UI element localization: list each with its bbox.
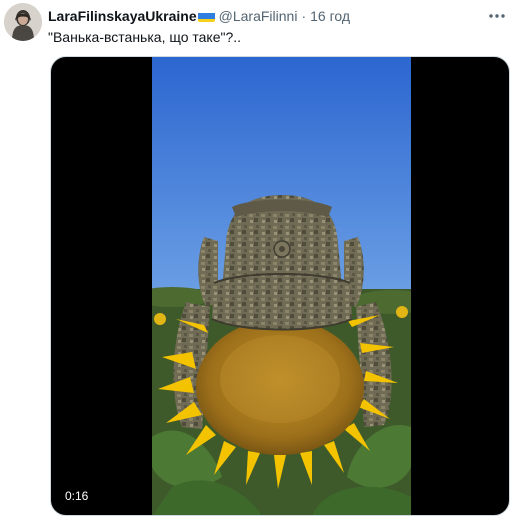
timestamp[interactable]: 16 год [310,6,350,26]
video-duration: 0:16 [59,487,95,505]
tweet-header: LaraFilinskayaUkraine @LaraFilinni · 16 … [48,6,350,26]
user-handle[interactable]: @LaraFilinni [219,6,298,26]
more-button[interactable] [485,4,509,28]
separator-dot: · [301,8,307,24]
video-thumbnail [132,57,432,515]
avatar[interactable] [4,3,42,41]
video-player[interactable]: 0:16 [50,56,510,516]
tweet-card[interactable]: LaraFilinskayaUkraine @LaraFilinni · 16 … [0,0,519,525]
tweet-text: "Ванька-встанька, що таке"?.. [48,29,242,45]
avatar-photo [4,3,42,41]
more-dots-icon [489,14,505,18]
display-name[interactable]: LaraFilinskayaUkraine [48,6,197,26]
ukraine-flag-icon [197,10,215,22]
video-frame[interactable] [132,57,432,515]
